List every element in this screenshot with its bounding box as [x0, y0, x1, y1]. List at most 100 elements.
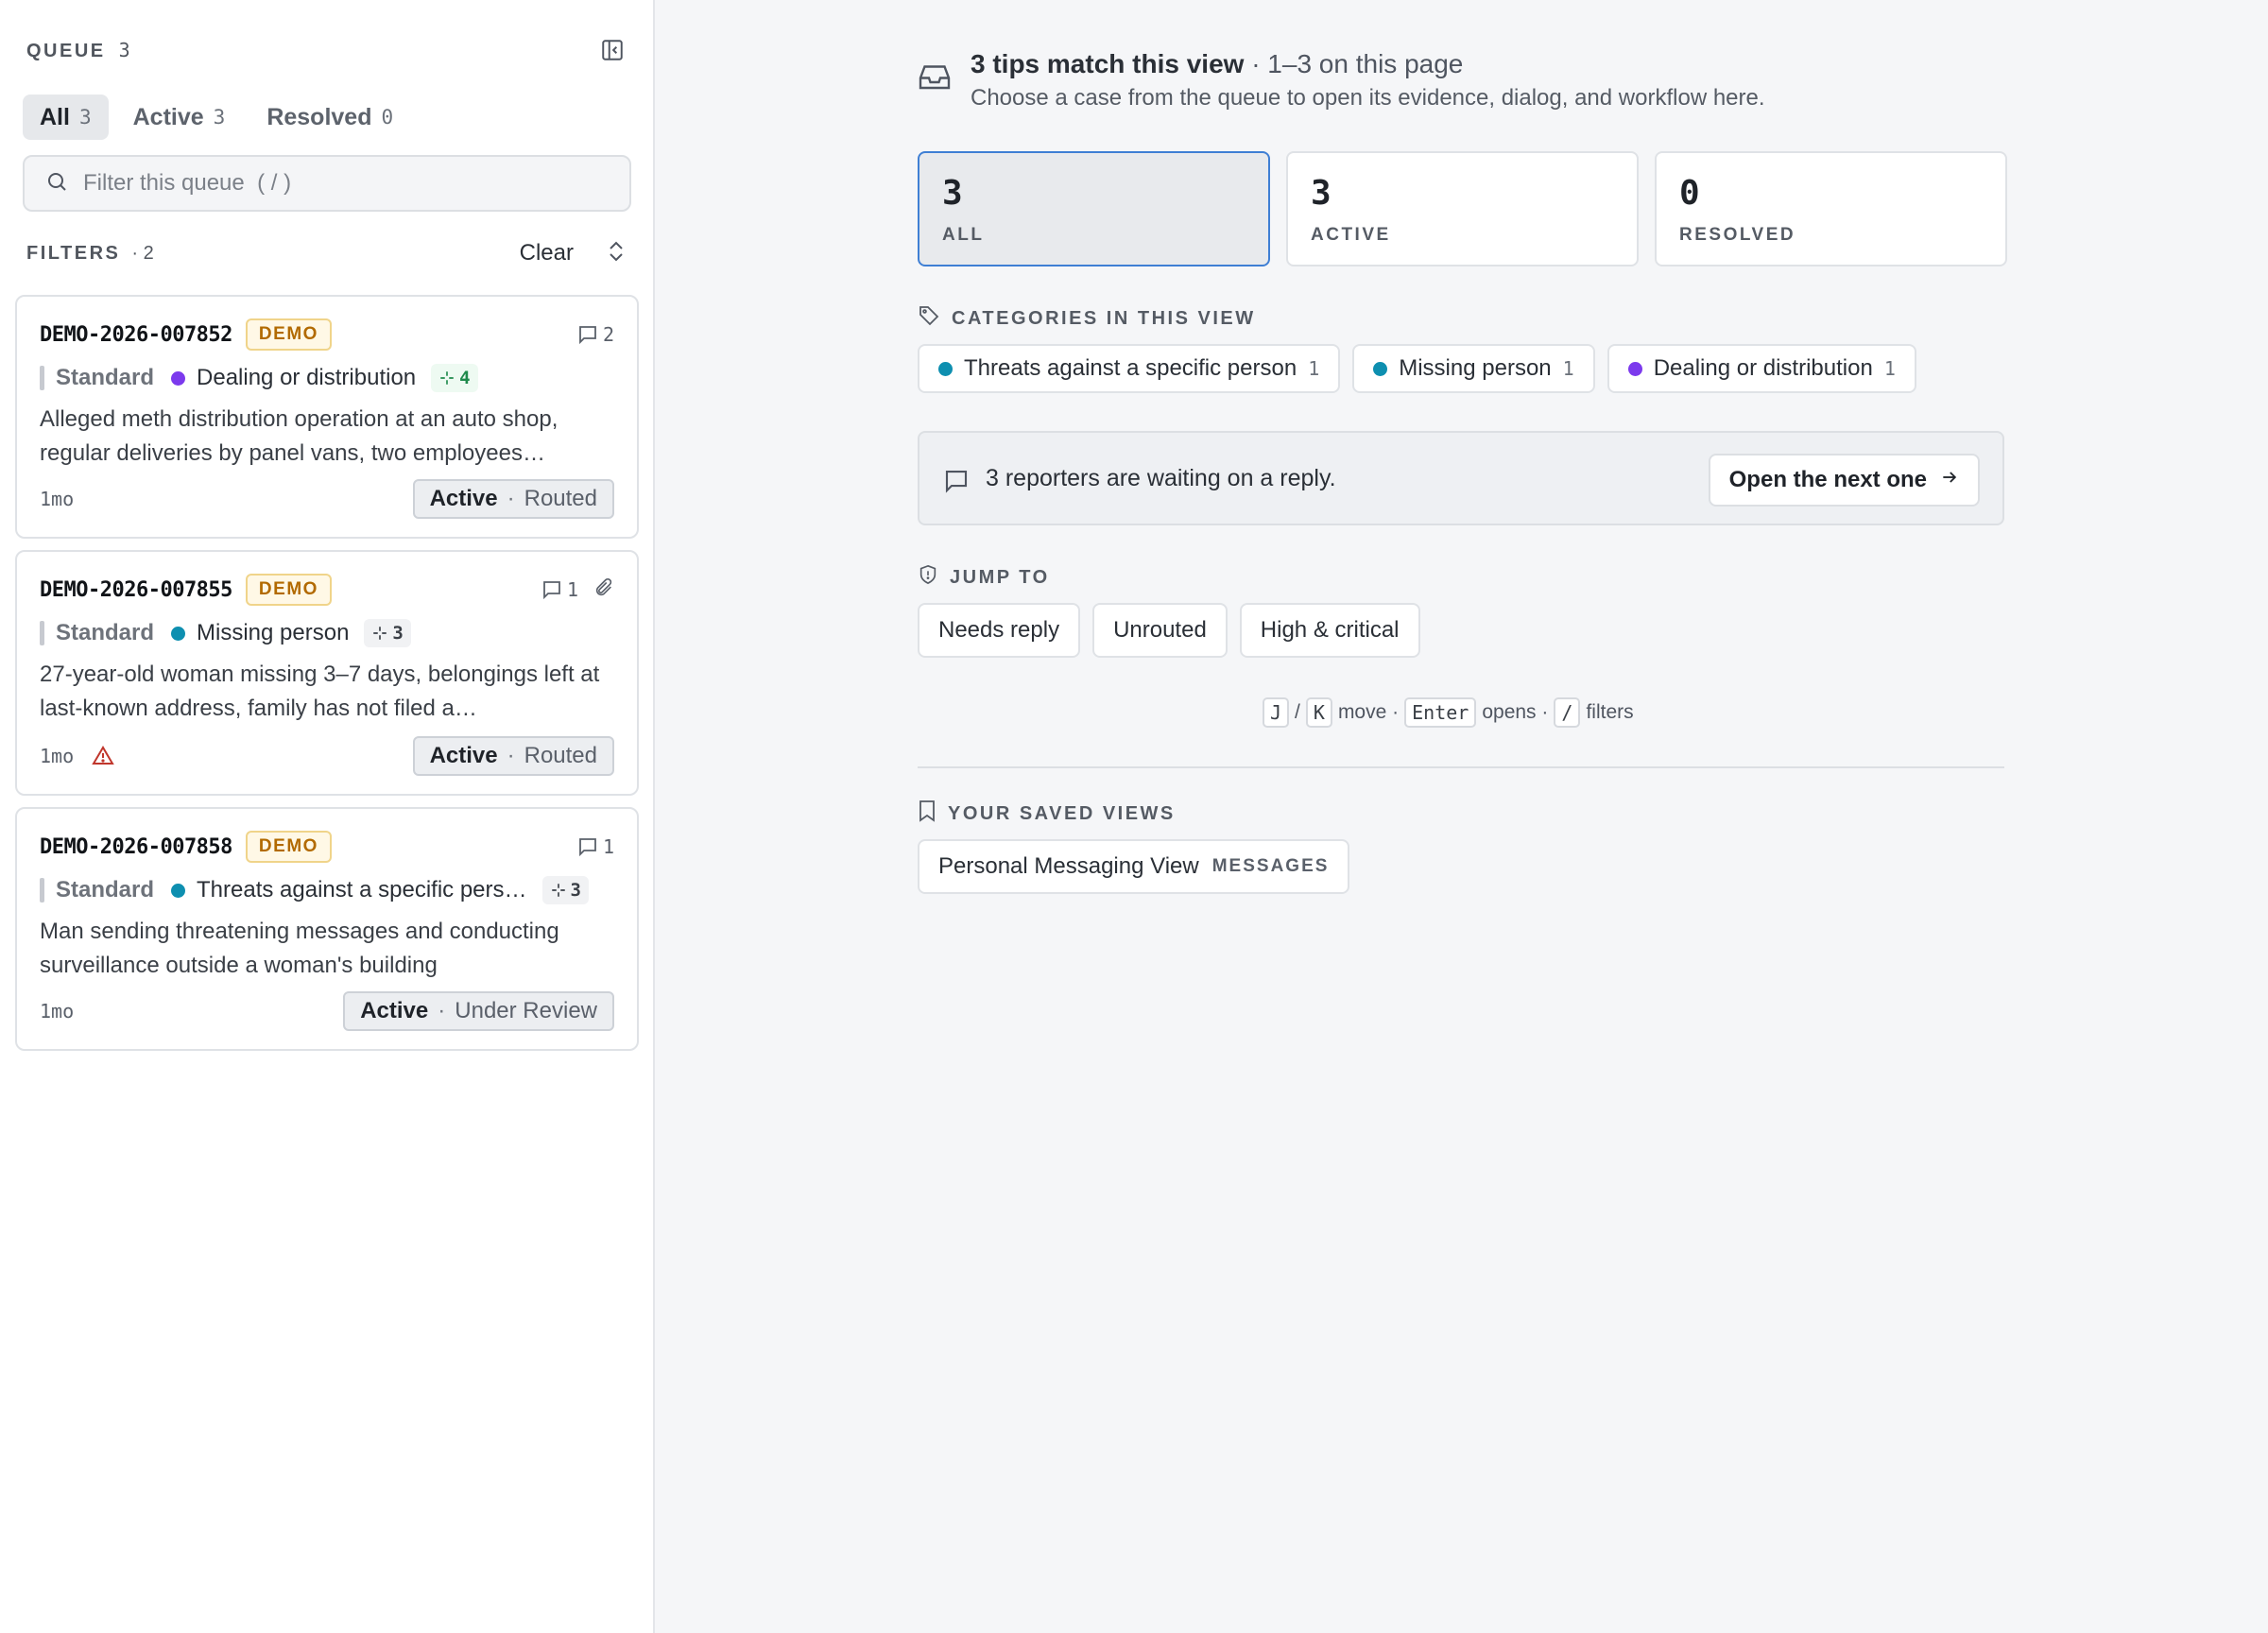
tag-count-pill: 3 — [364, 619, 411, 647]
stat-card-active[interactable]: 3 ACTIVE — [1286, 151, 1639, 266]
sparkle-icon — [551, 884, 565, 897]
search-icon — [45, 170, 68, 198]
tab-all[interactable]: All 3 — [23, 95, 109, 140]
paperclip-icon — [593, 576, 614, 604]
search-input[interactable] — [83, 170, 612, 197]
filters-title: FILTERS — [26, 242, 121, 264]
card-indicators: 1 — [576, 835, 614, 858]
queue-count: 3 — [118, 38, 130, 61]
card-footer: 1mo Active · Routed — [40, 736, 614, 776]
open-next-button[interactable]: Open the next one — [1708, 454, 1980, 507]
comment-count: 1 — [566, 578, 578, 601]
case-summary: 27-year-old woman missing 3–7 days, belo… — [40, 662, 600, 721]
sidebar-collapse-icon[interactable] — [598, 36, 627, 64]
filters-label: FILTERS · 2 — [26, 243, 154, 265]
page-subtitle: Choose a case from the queue to open its… — [971, 85, 1765, 111]
high-critical-button[interactable]: High & critical — [1239, 603, 1420, 658]
tag-count-pill: 3 — [541, 876, 589, 904]
tab-active[interactable]: Active 3 — [116, 95, 243, 140]
category-chip-dealing[interactable]: Dealing or distribution 1 — [1606, 344, 1916, 393]
substatus-label: Routed — [524, 486, 597, 511]
unrouted-button[interactable]: Unrouted — [1092, 603, 1228, 658]
stat-value: 0 — [1679, 174, 1700, 213]
status-separator: · — [507, 743, 515, 768]
kbd-key: / — [1554, 697, 1581, 728]
category-dot — [1627, 361, 1642, 376]
category-chip-threats[interactable]: Threats against a specific person 1 — [918, 344, 1341, 393]
saved-view-chip[interactable]: Personal Messaging View MESSAGES — [918, 839, 1350, 894]
jump-buttons: Needs reply Unrouted High & critical — [918, 603, 1420, 658]
kbd-hint-text: opens · — [1482, 701, 1549, 723]
category-chips: Threats against a specific person 1 Miss… — [918, 344, 1916, 393]
divider — [918, 766, 2004, 768]
kbd-key: J — [1263, 697, 1290, 728]
queue-card[interactable]: DEMO-2026-007858 DEMO 1 Standard Threats… — [15, 807, 639, 1051]
category-chip-label: Threats against a specific person — [964, 355, 1297, 381]
category-chip-count: 1 — [1308, 357, 1320, 380]
case-age: 1mo — [40, 745, 75, 767]
stat-label: ACTIVE — [1311, 225, 1391, 245]
stat-card-resolved[interactable]: 0 RESOLVED — [1655, 151, 2007, 266]
queue-card[interactable]: DEMO-2026-007852 DEMO 2 Standard Dealing… — [15, 295, 639, 539]
stat-label: ALL — [942, 225, 985, 245]
tab-resolved-label: Resolved — [266, 103, 372, 130]
category-chip-missing-person[interactable]: Missing person 1 — [1352, 344, 1595, 393]
tab-all-count: 3 — [78, 106, 92, 129]
tag-count-pill: 4 — [431, 364, 478, 392]
substatus-label: Routed — [524, 743, 597, 768]
status-badge: Active · Under Review — [343, 991, 614, 1031]
page-title: 3 tips match this view · 1–3 on this pag… — [971, 49, 1463, 79]
card-header: DEMO-2026-007858 DEMO 1 — [40, 828, 614, 866]
saved-view-name: Personal Messaging View — [938, 853, 1199, 879]
substatus-label: Under Review — [455, 998, 597, 1023]
comment-count: 1 — [602, 835, 614, 858]
card-indicators: 2 — [576, 323, 614, 346]
tab-resolved[interactable]: Resolved 0 — [249, 95, 410, 140]
bookmark-icon — [918, 799, 936, 828]
reply-banner: 3 reporters are waiting on a reply. Open… — [918, 431, 2004, 525]
tag-count: 4 — [459, 368, 471, 388]
tag-count: 3 — [570, 880, 581, 901]
needs-reply-button[interactable]: Needs reply — [918, 603, 1081, 658]
comment-indicator: 1 — [541, 578, 578, 601]
tab-active-count: 3 — [213, 106, 226, 129]
priority-bar — [40, 621, 44, 645]
status-badge: Active · Routed — [412, 736, 614, 776]
status-label: Active — [360, 998, 429, 1023]
tab-active-label: Active — [132, 103, 204, 130]
tag-count: 3 — [392, 623, 404, 644]
warning-icon — [91, 745, 115, 767]
kbd-key: Enter — [1404, 697, 1477, 728]
filters-actions: Clear — [520, 239, 627, 268]
case-id: DEMO-2026-007852 — [40, 322, 232, 347]
priority-bar — [40, 366, 44, 390]
clear-filters-button[interactable]: Clear — [520, 240, 574, 266]
priority-bar — [40, 878, 44, 902]
category-label: Threats against a specific pers… — [197, 877, 527, 902]
status-separator: · — [507, 486, 515, 511]
tag-icon — [918, 304, 940, 333]
jump-to-label: JUMP TO — [950, 566, 1050, 588]
categories-label: CATEGORIES IN THIS VIEW — [952, 307, 1256, 329]
card-footer: 1mo Active · Under Review — [40, 991, 614, 1031]
queue-card[interactable]: DEMO-2026-007855 DEMO 1 Standard Missing… — [15, 550, 639, 796]
page-title-range: · 1–3 on this page — [1244, 49, 1464, 78]
stat-value: 3 — [1311, 174, 1332, 213]
case-id: DEMO-2026-007858 — [40, 834, 232, 859]
stat-card-all[interactable]: 3 ALL — [918, 151, 1270, 266]
priority-label: Standard — [56, 620, 155, 645]
saved-view-tag: MESSAGES — [1211, 856, 1330, 876]
expand-filters-icon[interactable] — [606, 239, 627, 268]
category-label: Missing person — [197, 620, 350, 645]
shield-icon — [918, 563, 938, 592]
keyboard-hint: J / K move · Enter opens · / filters — [1263, 697, 1634, 728]
category-dot — [171, 883, 186, 898]
card-header: DEMO-2026-007852 DEMO 2 — [40, 316, 614, 353]
main-panel: 3 tips match this view · 1–3 on this pag… — [657, 0, 2268, 1633]
queue-title-label: QUEUE — [26, 40, 106, 61]
category-chip-count: 1 — [1562, 357, 1574, 380]
saved-views-label: YOUR SAVED VIEWS — [948, 802, 1176, 824]
filters-count: · 2 — [131, 242, 154, 264]
card-indicators: 1 — [541, 576, 614, 604]
queue-sidebar: QUEUE 3 All 3 Active 3 Resolved 0 FILTERS… — [0, 0, 655, 1633]
